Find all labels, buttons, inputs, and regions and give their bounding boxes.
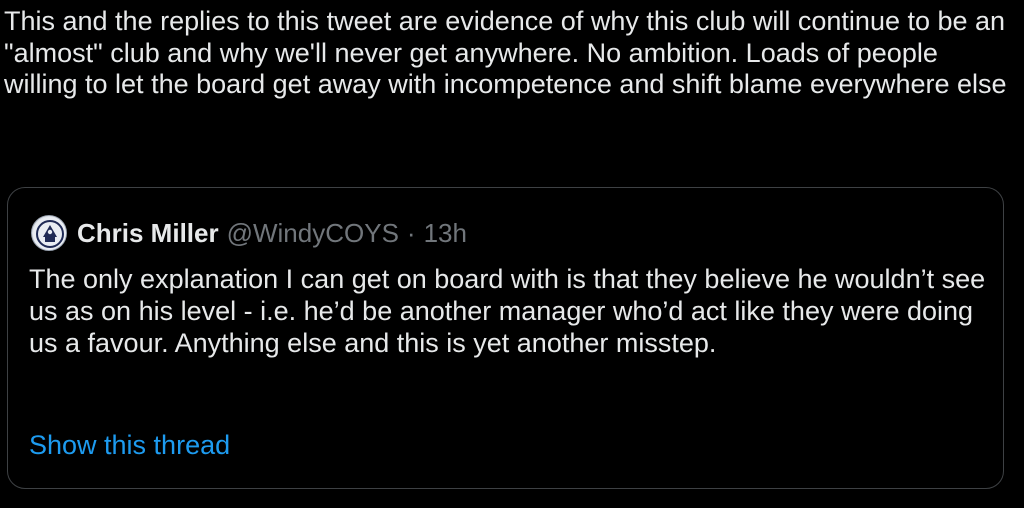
quoted-tweet-card[interactable]: Chris Miller @WindyCOYS · 13h The only e… <box>7 187 1004 489</box>
avatar[interactable] <box>31 215 67 251</box>
author-name[interactable]: Chris Miller <box>77 218 219 249</box>
quoted-tweet-text: The only explanation I can get on board … <box>29 264 986 358</box>
show-thread-link[interactable]: Show this thread <box>29 429 230 461</box>
tweet-text: This and the replies to this tweet are e… <box>4 6 1007 99</box>
meta-separator: · <box>406 217 416 248</box>
quoted-tweet-header: Chris Miller @WindyCOYS · 13h <box>31 213 467 253</box>
club-crest-icon <box>33 217 66 250</box>
author-handle[interactable]: @WindyCOYS <box>227 218 399 249</box>
tweet-timestamp[interactable]: 13h <box>424 218 467 249</box>
